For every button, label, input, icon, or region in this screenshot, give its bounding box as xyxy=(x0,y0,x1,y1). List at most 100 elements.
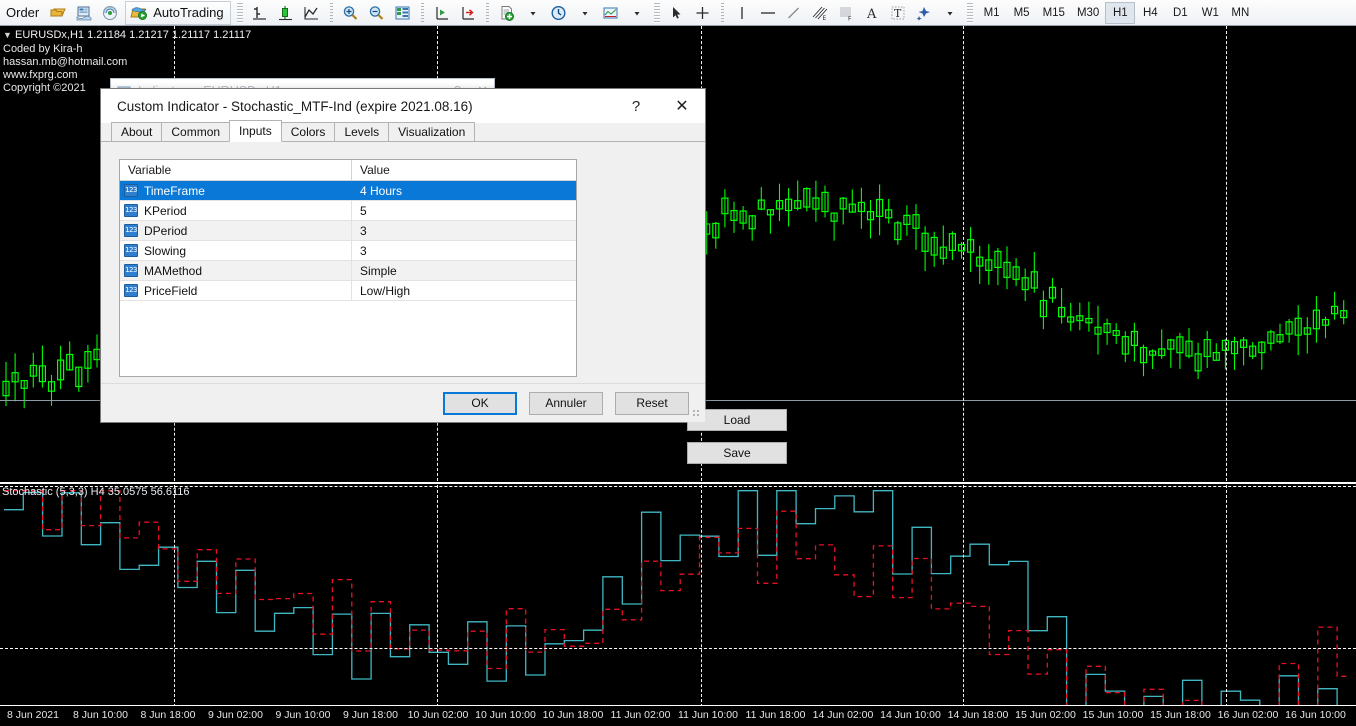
periods-icon[interactable] xyxy=(546,1,572,25)
reset-button[interactable]: Reset xyxy=(615,392,689,415)
text-icon[interactable]: T xyxy=(885,1,911,25)
tab-colors[interactable]: Colors xyxy=(281,122,336,141)
cell-value[interactable]: 3 xyxy=(352,221,576,240)
svg-text:F: F xyxy=(848,15,852,21)
time-axis-tick: 15 Jun 18:00 xyxy=(1150,709,1211,721)
table-row[interactable]: 123TimeFrame4 Hours xyxy=(120,181,576,201)
custom-indicator-dialog[interactable]: Custom Indicator - Stochastic_MTF-Ind (e… xyxy=(100,88,706,423)
new-order-label[interactable]: Order xyxy=(0,5,45,20)
auto-scroll-icon[interactable] xyxy=(429,1,455,25)
timeframe-h1[interactable]: H1 xyxy=(1105,2,1135,24)
grid-line-v xyxy=(963,26,964,481)
chart-shift-end-icon[interactable] xyxy=(455,1,481,25)
number-type-icon: 123 xyxy=(124,224,138,237)
horizontal-line-icon[interactable] xyxy=(755,1,781,25)
toolbar-grip-3[interactable] xyxy=(967,3,973,23)
text-label-icon[interactable]: A xyxy=(859,1,885,25)
time-axis-tick: 15 Jun 10:00 xyxy=(1083,709,1144,721)
table-row[interactable]: 123MAMethodSimple xyxy=(120,261,576,281)
time-axis-tick: 16 Jun 10:00 xyxy=(1285,709,1346,721)
indicators-icon[interactable] xyxy=(494,1,520,25)
variable-label: KPeriod xyxy=(144,204,187,218)
timeframe-h4[interactable]: H4 xyxy=(1135,2,1165,24)
time-axis-tick: 10 Jun 02:00 xyxy=(408,709,469,721)
timeframe-m5[interactable]: M5 xyxy=(1007,2,1037,24)
table-row[interactable]: 123DPeriod3 xyxy=(120,221,576,241)
fibonacci-icon[interactable]: F xyxy=(833,1,859,25)
timeframe-m15[interactable]: M15 xyxy=(1037,2,1071,24)
data-window-icon[interactable] xyxy=(71,1,97,25)
timeframe-mn[interactable]: MN xyxy=(1225,2,1255,24)
column-header-variable: Variable xyxy=(120,160,352,180)
vertical-line-icon[interactable] xyxy=(729,1,755,25)
candlestick-chart-icon[interactable] xyxy=(273,1,299,25)
dialog-tabstrip: AboutCommonInputsColorsLevelsVisualizati… xyxy=(101,123,705,142)
time-axis-tick: 16 Jun 02:00 xyxy=(1218,709,1279,721)
toolbar-separator-1 xyxy=(328,3,335,23)
stochastic-pane[interactable]: Stochastic (5,3,3) H4 35.0575 56.6116 xyxy=(0,485,1356,707)
tab-common[interactable]: Common xyxy=(161,122,230,141)
cell-value[interactable]: Simple xyxy=(352,261,576,280)
number-type-icon: 123 xyxy=(124,284,138,297)
templates-icon[interactable] xyxy=(598,1,624,25)
dialog-titlebar[interactable]: Custom Indicator - Stochastic_MTF-Ind (e… xyxy=(101,89,705,123)
time-axis-tick: 9 Jun 10:00 xyxy=(276,709,331,721)
stochastic-series xyxy=(0,485,1356,707)
crosshair-icon[interactable] xyxy=(690,1,716,25)
grid-line-v xyxy=(1226,485,1227,707)
cancel-button[interactable]: Annuler xyxy=(529,392,603,415)
dialog-close-button[interactable]: ✕ xyxy=(659,89,705,123)
signal-icon[interactable] xyxy=(97,1,123,25)
zoom-out-icon[interactable] xyxy=(364,1,390,25)
shapes-icon[interactable] xyxy=(911,1,937,25)
toolbar-separator-3 xyxy=(484,3,491,23)
cell-variable: 123PriceField xyxy=(120,281,352,300)
tab-inputs[interactable]: Inputs xyxy=(229,120,282,142)
time-axis-tick: 8 Jun 2021 xyxy=(7,709,59,721)
tab-visualization[interactable]: Visualization xyxy=(388,122,475,141)
timeframe-m30[interactable]: M30 xyxy=(1071,2,1105,24)
cell-value[interactable]: Low/High xyxy=(352,281,576,300)
chart-collapse-arrow[interactable]: ▼ xyxy=(3,30,12,40)
folder-icon[interactable] xyxy=(45,1,71,25)
table-row[interactable]: 123PriceFieldLow/High xyxy=(120,281,576,301)
copyright-line-0: Coded by Kira-h xyxy=(3,43,127,56)
toolbar-grip-1[interactable] xyxy=(237,3,243,23)
time-axis-tick: 14 Jun 02:00 xyxy=(813,709,874,721)
cell-value[interactable]: 5 xyxy=(352,201,576,220)
dialog-help-button[interactable]: ? xyxy=(613,89,659,123)
cell-variable: 123TimeFrame xyxy=(120,181,352,200)
shapes-dropdown-arrow[interactable] xyxy=(937,1,963,25)
grid-line-v xyxy=(174,485,175,707)
zoom-in-icon[interactable] xyxy=(338,1,364,25)
pane-divider[interactable] xyxy=(0,482,1356,484)
timeframe-group: M1M5M15M30H1H4D1W1MN xyxy=(977,2,1256,24)
time-axis-tick: 11 Jun 02:00 xyxy=(611,709,671,721)
ok-button[interactable]: OK xyxy=(443,392,517,415)
cell-value[interactable]: 3 xyxy=(352,241,576,260)
inputs-table[interactable]: Variable Value 123TimeFrame4 Hours123KPe… xyxy=(119,159,577,377)
line-chart-icon[interactable] xyxy=(299,1,325,25)
table-row[interactable]: 123KPeriod5 xyxy=(120,201,576,221)
trendline-icon[interactable] xyxy=(781,1,807,25)
toolbar-grip-2[interactable] xyxy=(654,3,660,23)
chart-shift-icon[interactable] xyxy=(390,1,416,25)
bar-chart-icon[interactable] xyxy=(247,1,273,25)
templates-dropdown-arrow[interactable] xyxy=(624,1,650,25)
svg-text:E: E xyxy=(822,15,826,21)
tab-about[interactable]: About xyxy=(111,122,162,141)
dialog-resize-grip[interactable] xyxy=(692,409,703,420)
indicators-dropdown-arrow[interactable] xyxy=(520,1,546,25)
timeframe-d1[interactable]: D1 xyxy=(1165,2,1195,24)
tab-levels[interactable]: Levels xyxy=(334,122,389,141)
timeframe-m1[interactable]: M1 xyxy=(977,2,1007,24)
cursor-icon[interactable] xyxy=(664,1,690,25)
timeframe-w1[interactable]: W1 xyxy=(1195,2,1225,24)
table-row[interactable]: 123Slowing3 xyxy=(120,241,576,261)
periods-dropdown-arrow[interactable] xyxy=(572,1,598,25)
cell-value[interactable]: 4 Hours xyxy=(352,181,576,200)
save-button[interactable]: Save xyxy=(687,442,787,464)
equidistant-channel-icon[interactable]: E xyxy=(807,1,833,25)
time-axis: 8 Jun 20218 Jun 10:008 Jun 18:009 Jun 02… xyxy=(0,705,1356,726)
autotrading-button[interactable]: AutoTrading xyxy=(125,1,230,25)
